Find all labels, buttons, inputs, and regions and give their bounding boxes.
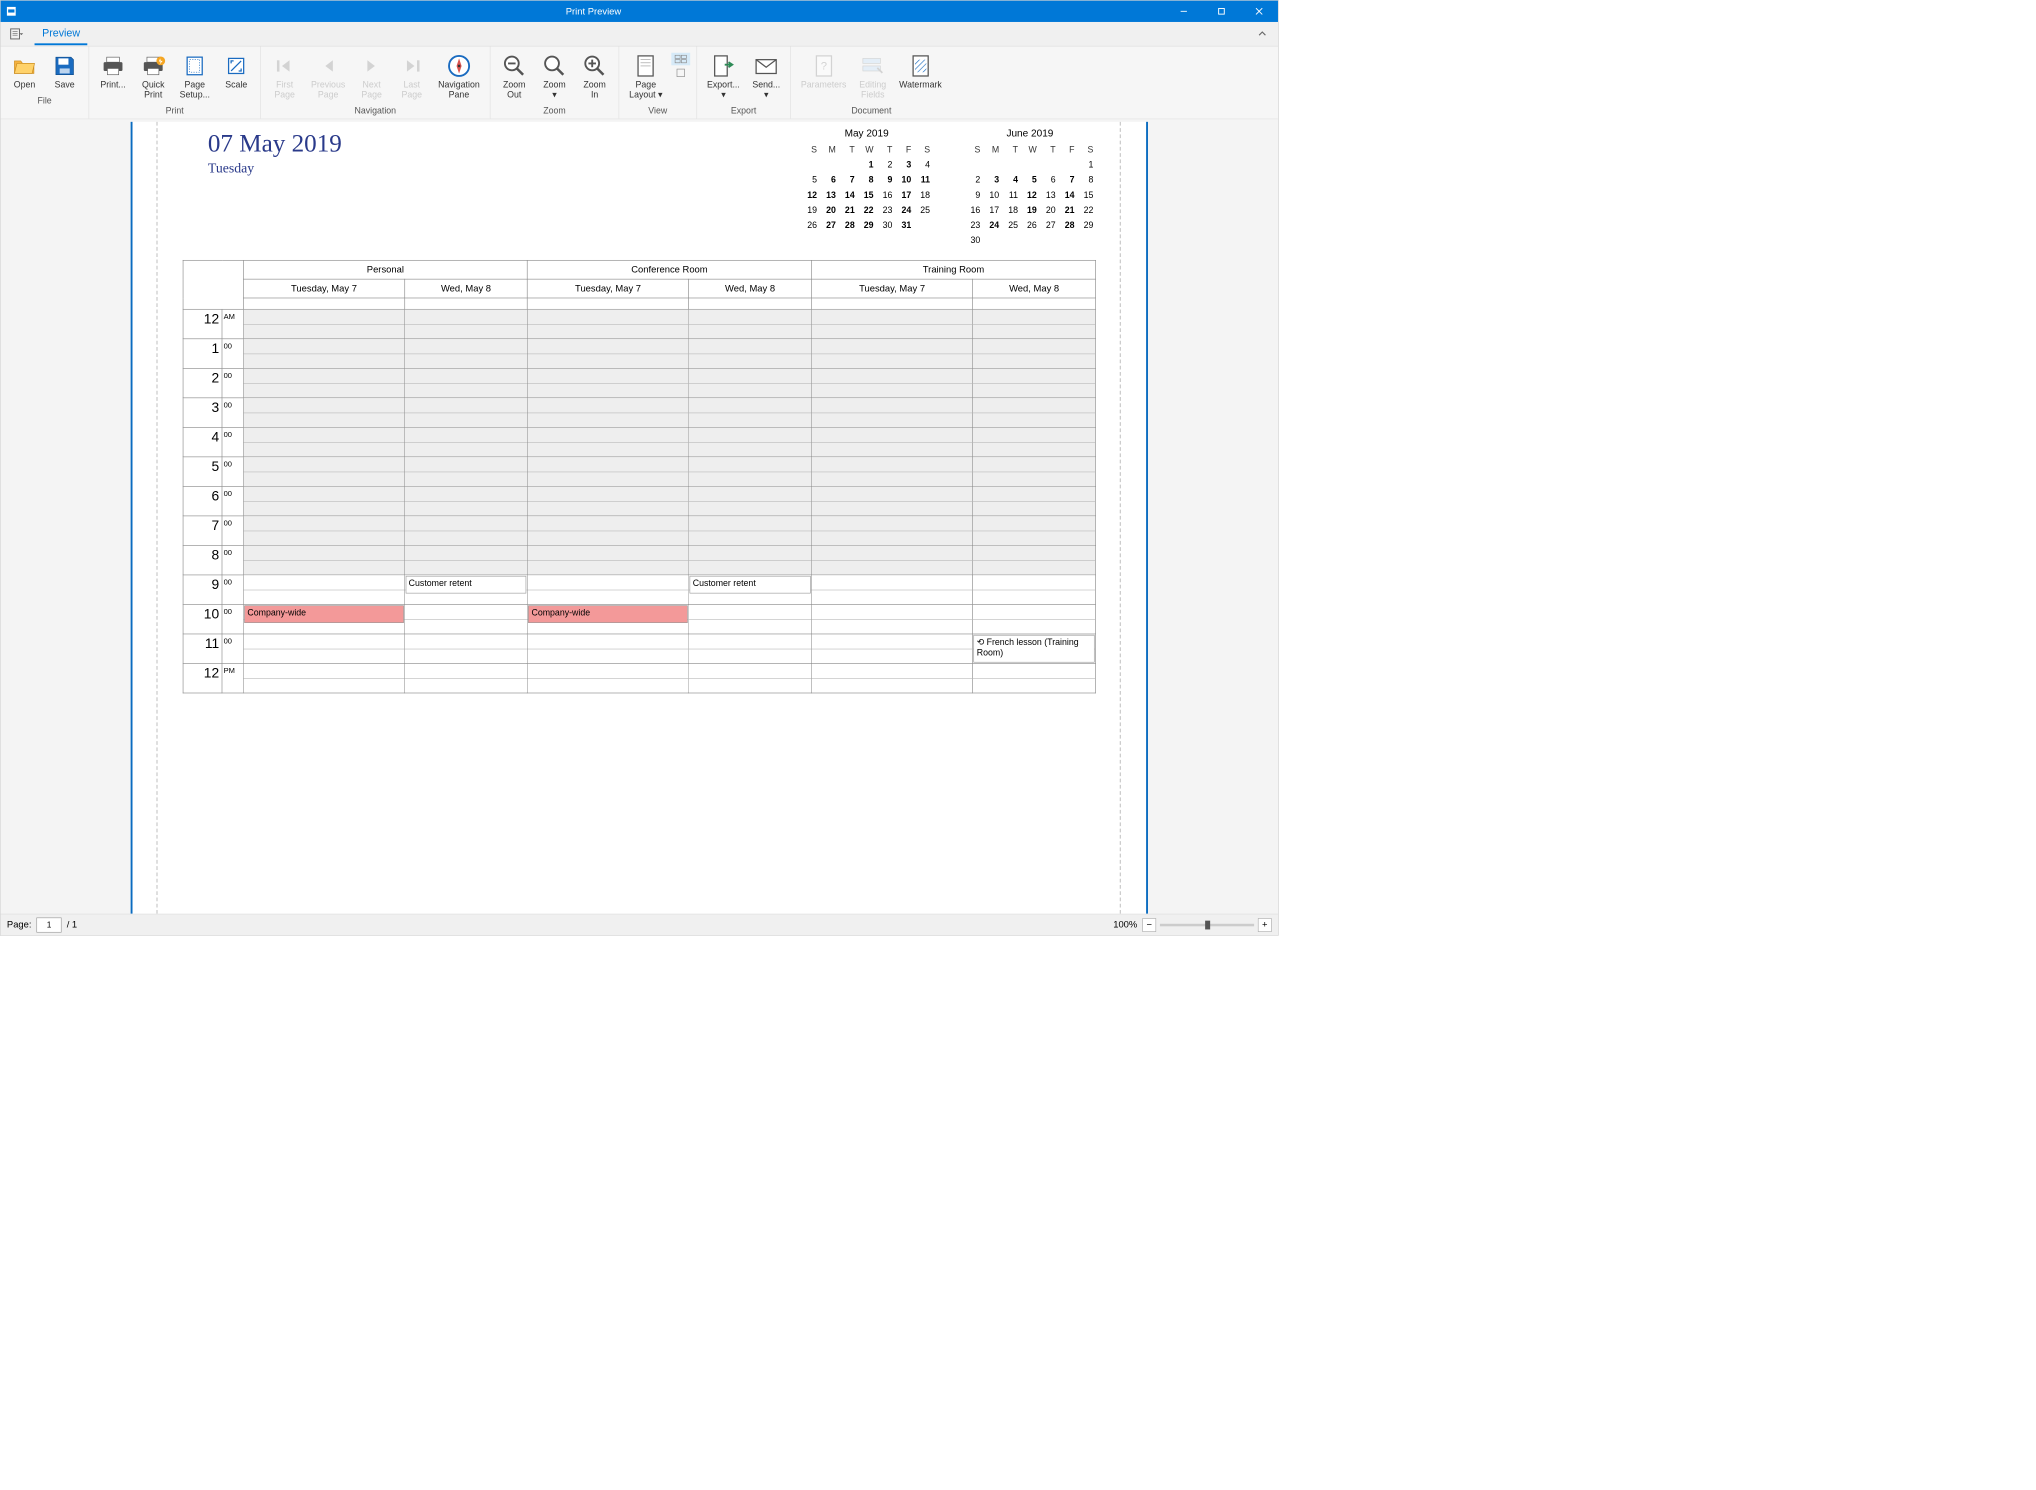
day-header: Wed, May 8 [689, 279, 812, 298]
parameters-button: ? Parameters [797, 50, 850, 102]
app-icon [1, 1, 22, 22]
ribbon-group-navigation: First Page Previous Page Next Page Last … [261, 46, 491, 118]
page-input[interactable] [37, 917, 62, 932]
last-page-icon [400, 53, 423, 79]
page-label: Page: [7, 919, 32, 930]
printer-quick-icon [141, 53, 166, 79]
first-page-button: First Page [267, 50, 302, 102]
minimize-button[interactable] [1165, 1, 1203, 22]
titlebar: Print Preview [1, 1, 1278, 22]
navigation-pane-button[interactable]: Navigation Pane [434, 50, 483, 102]
page-setup-button[interactable]: Page Setup... [176, 50, 214, 102]
editing-fields-icon [860, 53, 885, 79]
event-customer-retention: Customer retent [406, 576, 527, 594]
mini-calendar-june: June 2019 SMTWTFS12345678910111213141516… [964, 128, 1096, 247]
export-icon [711, 53, 736, 79]
zoom-percent: 100% [1113, 919, 1137, 930]
next-page-button: Next Page [354, 50, 389, 102]
save-button[interactable]: Save [47, 50, 82, 92]
page-preview: 07 May 2019 Tuesday May 2019 SMTWTFS1234… [131, 122, 1148, 914]
ribbon-group-print: Print... Quick Print Page Setup... Scale… [89, 46, 261, 118]
view-option-1-icon[interactable] [671, 53, 690, 66]
zoom-in-button[interactable]: Zoom In [577, 50, 612, 102]
zoom-plus-button[interactable]: + [1258, 918, 1272, 932]
day-header: Tuesday, May 7 [811, 279, 972, 298]
envelope-icon [754, 53, 779, 79]
maximize-button[interactable] [1203, 1, 1241, 22]
prev-page-icon [319, 53, 338, 79]
zoom-in-icon [582, 53, 607, 79]
status-bar: Page: / 1 100% − + [1, 914, 1278, 935]
page-title-weekday: Tuesday [208, 160, 782, 176]
first-page-icon [273, 53, 296, 79]
ribbon-group-file: Open Save File [1, 46, 90, 118]
event-company-wide: Company-wide [528, 606, 687, 624]
event-customer-retention: Customer retent [690, 576, 811, 594]
page-layout-button[interactable]: Page Layout ▾ [625, 50, 666, 102]
ribbon-group-document: ? Parameters Editing Fields Watermark Do… [791, 46, 952, 118]
previous-page-button: Previous Page [307, 50, 349, 102]
export-button[interactable]: Export... ▾ [703, 50, 743, 102]
close-button[interactable] [1240, 1, 1278, 22]
editing-fields-button: Editing Fields [855, 50, 890, 102]
zoom-button[interactable]: Zoom ▾ [537, 50, 572, 102]
zoom-out-icon [502, 53, 527, 79]
tab-row: Preview [1, 22, 1278, 46]
tab-preview[interactable]: Preview [35, 23, 88, 45]
page-title-date: 07 May 2019 [208, 128, 782, 158]
day-header: Tuesday, May 7 [527, 279, 688, 298]
zoom-slider[interactable] [1160, 923, 1254, 926]
zoom-icon [542, 53, 567, 79]
menu-dropdown-icon[interactable] [6, 23, 27, 44]
folder-open-icon [12, 53, 37, 79]
quick-print-button[interactable]: Quick Print [136, 50, 171, 102]
print-button[interactable]: Print... [95, 50, 130, 102]
collapse-ribbon-icon[interactable] [1252, 27, 1273, 41]
day-header: Tuesday, May 7 [243, 279, 404, 298]
view-option-2-icon[interactable] [671, 67, 690, 80]
mini-calendar-may: May 2019 SMTWTFS123456789101112131415161… [801, 128, 933, 247]
ribbon: Open Save File Print... Quick Print [1, 46, 1278, 119]
next-page-icon [362, 53, 381, 79]
printer-icon [100, 53, 125, 79]
total-pages: / 1 [67, 919, 77, 930]
event-company-wide: Company-wide [244, 606, 403, 624]
room-header-training: Training Room [811, 260, 1095, 279]
ribbon-group-export: Export... ▾ Send... ▾ Export [697, 46, 791, 118]
room-header-personal: Personal [243, 260, 527, 279]
day-header: Wed, May 8 [405, 279, 528, 298]
scale-icon [225, 53, 248, 79]
parameters-icon: ? [812, 53, 835, 79]
document-area[interactable]: 07 May 2019 Tuesday May 2019 SMTWTFS1234… [1, 119, 1278, 913]
window-title: Print Preview [22, 6, 1165, 17]
ribbon-group-view: Page Layout ▾ View [619, 46, 697, 118]
svg-text:?: ? [820, 61, 826, 73]
event-french-lesson: ⟲ French lesson (Training Room) [974, 635, 1095, 663]
zoom-out-button[interactable]: Zoom Out [497, 50, 532, 102]
scale-button[interactable]: Scale [219, 50, 254, 102]
day-header: Wed, May 8 [973, 279, 1096, 298]
floppy-disk-icon [53, 53, 76, 79]
compass-icon [446, 53, 471, 79]
watermark-icon [909, 53, 932, 79]
last-page-button: Last Page [394, 50, 429, 102]
page-setup-icon [183, 53, 206, 79]
schedule-table: Personal Conference Room Training Room T… [183, 260, 1096, 693]
send-button[interactable]: Send... ▾ [749, 50, 784, 102]
watermark-button[interactable]: Watermark [895, 50, 945, 102]
ribbon-group-zoom: Zoom Out Zoom ▾ Zoom In Zoom [490, 46, 619, 118]
page-layout-icon [633, 53, 658, 79]
room-header-conference: Conference Room [527, 260, 811, 279]
open-button[interactable]: Open [7, 50, 42, 92]
zoom-minus-button[interactable]: − [1142, 918, 1156, 932]
